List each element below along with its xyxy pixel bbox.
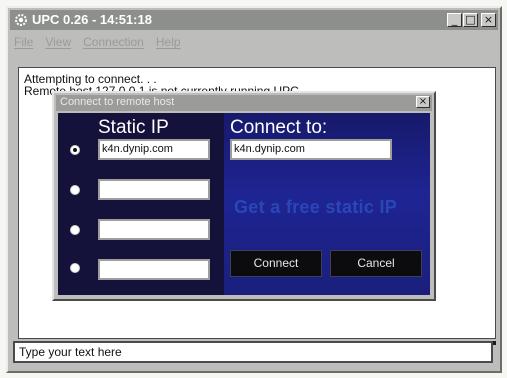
ad-banner[interactable]: Get a free static IP xyxy=(234,197,397,218)
menu-file[interactable]: File xyxy=(14,33,33,51)
dialog-panel: Get a free static IP Static IP Connect t… xyxy=(58,113,430,295)
menu-connection[interactable]: Connection xyxy=(83,33,144,51)
title-bar[interactable]: UPC 0.26 - 14:51:18 _ □ × xyxy=(10,10,498,30)
window-title: UPC 0.26 - 14:51:18 xyxy=(32,12,152,27)
radio-selected-dot xyxy=(73,148,77,152)
chat-input[interactable]: Type your text here xyxy=(13,341,493,363)
dialog-close-button[interactable]: × xyxy=(416,96,430,108)
connect-dialog: Connect to remote host × Get a free stat… xyxy=(52,91,436,301)
cancel-button[interactable]: Cancel xyxy=(330,250,422,277)
app-gear-icon xyxy=(15,14,27,26)
radio-ip-2[interactable] xyxy=(70,185,80,195)
connect-to-field[interactable]: k4n.dynip.com xyxy=(230,139,392,160)
menu-bar: File View Connection Help xyxy=(14,33,181,51)
static-ip-field-4[interactable] xyxy=(98,259,210,280)
static-ip-field-1[interactable]: k4n.dynip.com xyxy=(98,139,210,160)
connect-to-header: Connect to: xyxy=(230,117,328,138)
close-button[interactable]: × xyxy=(481,13,496,27)
menu-help[interactable]: Help xyxy=(156,33,181,51)
minimize-button[interactable]: _ xyxy=(447,13,462,27)
dialog-title: Connect to remote host xyxy=(60,96,175,108)
radio-ip-3[interactable] xyxy=(70,225,80,235)
menu-view[interactable]: View xyxy=(45,33,71,51)
radio-ip-4[interactable] xyxy=(70,263,80,273)
static-ip-header: Static IP xyxy=(98,117,169,138)
dialog-title-bar[interactable]: Connect to remote host xyxy=(56,95,432,111)
radio-ip-1[interactable] xyxy=(70,145,80,155)
static-ip-field-2[interactable] xyxy=(98,179,210,200)
maximize-button[interactable]: □ xyxy=(463,13,478,27)
connect-button[interactable]: Connect xyxy=(230,250,322,277)
static-ip-field-3[interactable] xyxy=(98,219,210,240)
